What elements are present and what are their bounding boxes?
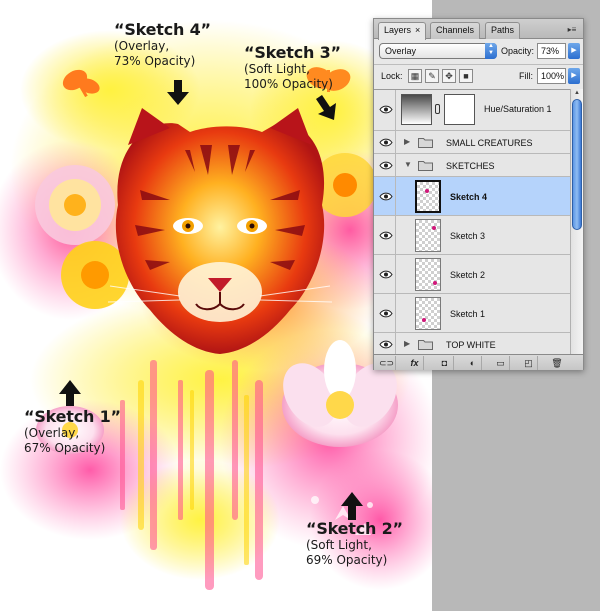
annotation-title: “Sketch 2” bbox=[306, 519, 403, 538]
folder-icon bbox=[418, 160, 433, 171]
layer-name: TOP WHITE bbox=[446, 340, 496, 350]
arrow-up-icon bbox=[341, 492, 363, 520]
arrow-down-icon bbox=[316, 95, 336, 120]
scroll-up-arrow-icon[interactable]: ▲ bbox=[573, 90, 581, 96]
annotation-sketch-3: “Sketch 3” (Soft Light, 100% Opacity) bbox=[244, 43, 341, 92]
annotation-desc: 73% Opacity) bbox=[114, 54, 196, 68]
layer-name: Hue/Saturation 1 bbox=[484, 104, 552, 114]
eye-icon[interactable] bbox=[379, 192, 393, 201]
annotation-desc: (Soft Light, bbox=[306, 538, 372, 552]
mask-thumbnail bbox=[444, 94, 475, 125]
layer-row-sketch-4[interactable]: Sketch 4 bbox=[374, 177, 570, 216]
eye-icon[interactable] bbox=[379, 231, 393, 240]
fill-input[interactable]: 100% bbox=[537, 68, 566, 84]
tab-label: Layers bbox=[384, 25, 412, 35]
annotation-title: “Sketch 3” bbox=[244, 43, 341, 62]
annotation-title: “Sketch 4” bbox=[114, 20, 211, 39]
divider bbox=[374, 64, 583, 65]
annotation-desc: (Soft Light, bbox=[244, 62, 310, 76]
eye-icon[interactable] bbox=[379, 340, 393, 349]
expand-triangle-icon[interactable]: ▶ bbox=[404, 339, 410, 348]
tab-paths[interactable]: Paths bbox=[485, 22, 521, 39]
annotation-sketch-1: “Sketch 1” (Overlay, 67% Opacity) bbox=[24, 407, 121, 456]
layer-row-small-creatures[interactable]: ▶ SMALL CREATURES bbox=[374, 131, 570, 154]
layer-name: Sketch 4 bbox=[450, 192, 488, 202]
close-icon[interactable]: × bbox=[415, 23, 420, 38]
lock-position-icon[interactable]: ✥ bbox=[442, 69, 456, 83]
lock-label: Lock: bbox=[381, 71, 403, 81]
adjustment-layer-icon[interactable]: ◐ bbox=[464, 356, 482, 370]
layer-name: Sketch 3 bbox=[450, 231, 486, 241]
annotation-desc: (Overlay, bbox=[114, 39, 170, 53]
layer-name: SKETCHES bbox=[446, 161, 495, 171]
blend-mode-value: Overlay bbox=[385, 46, 417, 56]
eye-icon[interactable] bbox=[379, 105, 393, 114]
arrow-up-icon bbox=[59, 380, 81, 406]
annotation-desc: 69% Opacity) bbox=[306, 553, 388, 567]
tab-channels[interactable]: Channels bbox=[430, 22, 481, 39]
opacity-slider-arrow-icon[interactable]: ▶ bbox=[568, 43, 580, 59]
tab-label: Channels bbox=[436, 25, 475, 35]
eye-icon[interactable] bbox=[379, 161, 393, 170]
lock-all-icon[interactable]: ■ bbox=[459, 69, 473, 83]
layer-row-sketch-2[interactable]: Sketch 2 bbox=[374, 255, 570, 294]
layer-thumbnail bbox=[415, 258, 441, 291]
layer-thumbnail bbox=[415, 219, 441, 252]
chain-link-icon bbox=[435, 104, 440, 114]
eye-icon[interactable] bbox=[379, 138, 393, 147]
layers-panel: Layers × Channels Paths ▸≡ Overlay ▲ ▼ Opa… bbox=[373, 18, 584, 370]
blend-mode-select[interactable]: Overlay ▲ ▼ bbox=[379, 43, 497, 59]
panel-menu-icon[interactable]: ▸≡ bbox=[565, 24, 579, 36]
layer-row-sketch-3[interactable]: Sketch 3 bbox=[374, 216, 570, 255]
layer-row-hue-saturation[interactable]: Hue/Saturation 1 bbox=[374, 90, 570, 131]
adjustment-thumbnail bbox=[401, 94, 432, 125]
fill-slider-arrow-icon[interactable]: ▶ bbox=[568, 68, 580, 84]
layer-row-sketches[interactable]: ▼ SKETCHES bbox=[374, 154, 570, 177]
annotation-title: “Sketch 1” bbox=[24, 407, 121, 426]
scrollbar-thumb[interactable] bbox=[572, 99, 582, 230]
annotation-desc: (Overlay, bbox=[24, 426, 80, 440]
folder-icon bbox=[418, 137, 433, 148]
select-arrows-icon: ▲ ▼ bbox=[485, 43, 497, 59]
layer-thumbnail bbox=[415, 180, 441, 213]
link-layers-icon[interactable]: ⊂⊃ bbox=[378, 356, 396, 370]
annotation-sketch-2: “Sketch 2” (Soft Light, 69% Opacity) bbox=[306, 519, 403, 568]
annotation-desc: 100% Opacity) bbox=[244, 77, 333, 91]
opacity-input[interactable]: 73% bbox=[537, 43, 566, 59]
fill-label: Fill: bbox=[519, 71, 533, 81]
annotation-sketch-4: “Sketch 4” (Overlay, 73% Opacity) bbox=[114, 20, 211, 69]
eye-icon[interactable] bbox=[379, 270, 393, 279]
panel-bottom-toolbar: ⊂⊃ fx ◘ ◐ ▭ ◰ 🗑 bbox=[374, 354, 583, 370]
lock-image-icon[interactable]: ✎ bbox=[425, 69, 439, 83]
collapse-triangle-icon[interactable]: ▼ bbox=[404, 160, 412, 169]
layer-name: Sketch 1 bbox=[450, 309, 486, 319]
expand-triangle-icon[interactable]: ▶ bbox=[404, 137, 410, 146]
new-group-icon[interactable]: ▭ bbox=[492, 356, 510, 370]
eye-icon[interactable] bbox=[379, 309, 393, 318]
new-layer-icon[interactable]: ◰ bbox=[520, 356, 538, 370]
layer-name: Sketch 2 bbox=[450, 270, 486, 280]
annotation-desc: 67% Opacity) bbox=[24, 441, 106, 455]
layer-name: SMALL CREATURES bbox=[446, 138, 533, 148]
tab-label: Paths bbox=[491, 25, 515, 35]
layer-thumbnail bbox=[415, 297, 441, 330]
opacity-label: Opacity: bbox=[501, 46, 535, 56]
tab-layers[interactable]: Layers × bbox=[378, 22, 427, 40]
layer-row-sketch-1[interactable]: Sketch 1 bbox=[374, 294, 570, 333]
layer-row-top-white[interactable]: ▶ TOP WHITE bbox=[374, 333, 570, 354]
lock-transparency-icon[interactable]: ▦ bbox=[408, 69, 422, 83]
layers-scrollbar[interactable]: ▲ bbox=[570, 89, 583, 354]
arrow-down-icon bbox=[167, 80, 189, 105]
fx-icon[interactable]: fx bbox=[406, 356, 424, 370]
add-mask-icon[interactable]: ◘ bbox=[436, 356, 454, 370]
panel-tab-bar: Layers × Channels Paths ▸≡ bbox=[374, 19, 583, 40]
trash-icon[interactable]: 🗑 bbox=[548, 356, 566, 370]
layers-list: Hue/Saturation 1 ▶ SMALL CREATURES ▼ SKE… bbox=[374, 89, 570, 354]
folder-icon bbox=[418, 339, 433, 350]
